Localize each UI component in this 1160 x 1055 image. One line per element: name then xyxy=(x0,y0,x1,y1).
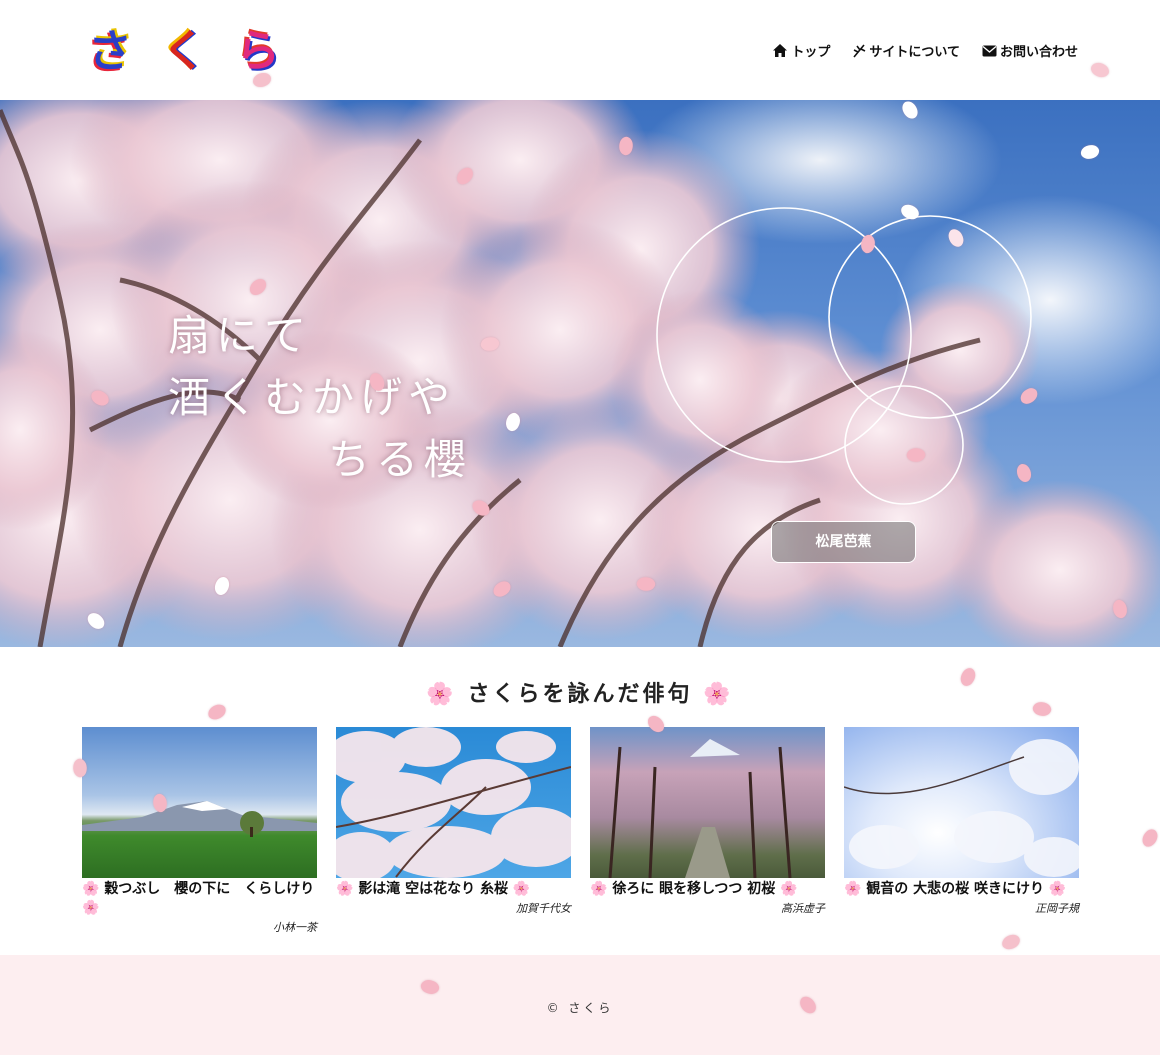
blossom-sky-photo xyxy=(336,727,571,878)
mountain-field-photo xyxy=(82,727,317,878)
nav-item-top[interactable]: トップ xyxy=(772,41,830,60)
blossom-closeup-photo xyxy=(844,727,1079,878)
site-footer: © さくら xyxy=(0,955,1160,1055)
cherry-blossom-icon: 🌸 xyxy=(1044,881,1067,897)
haiku-card-2[interactable]: 🌸 影は滝 空は花なり 糸桜 🌸 加賀千代女 xyxy=(336,727,571,916)
mail-icon xyxy=(982,45,997,57)
nav-label-about: サイトについて xyxy=(869,45,960,60)
blossom-avenue-photo xyxy=(590,727,825,878)
haiku-text-2: 🌸 影は滝 空は花なり 糸桜 🌸 xyxy=(336,880,571,899)
haiku-text: 影は滝 空は花なり 糸桜 xyxy=(358,881,509,897)
haiku-author-3: 高浜虚子 xyxy=(781,902,825,915)
nav-label-contact: お問い合わせ xyxy=(999,45,1078,60)
site-logo[interactable]: さ く ら xyxy=(88,26,280,77)
nav-item-contact[interactable]: お問い合わせ xyxy=(982,41,1078,60)
haiku-text: 穀つぶし 櫻の下に くらしけり xyxy=(104,881,315,897)
cherry-blossom-icon: 🌸 xyxy=(703,681,734,707)
cherry-blossom-icon: 🌸 xyxy=(82,900,100,916)
haiku-text: 徐ろに 眼を移しつつ 初桜 xyxy=(612,881,776,897)
haiku-card-4[interactable]: 🌸 観音の 大悲の桜 咲きにけり 🌸 正岡子規 xyxy=(844,727,1079,916)
cherry-blossom-icon: 🌸 xyxy=(426,681,457,707)
poem-line-1: 扇にて xyxy=(168,311,313,360)
haiku-author-1: 小林一茶 xyxy=(273,921,317,934)
haiku-author-2: 加賀千代女 xyxy=(516,902,571,915)
poem-line-2: 酒くむかげや xyxy=(168,373,457,422)
cherry-blossom-icon: 🌸 xyxy=(590,881,613,897)
cherry-blossom-icon: 🌸 xyxy=(775,881,798,897)
copyright-text: © さくら xyxy=(546,1001,614,1015)
hero-poem: 扇にて 酒くむかげや ちる櫻 xyxy=(168,305,472,491)
haiku-text-4: 🌸 観音の 大悲の桜 咲きにけり 🌸 xyxy=(844,880,1079,899)
section-title-text: さくらを詠んだ俳句 xyxy=(467,681,693,707)
page: さ く ら トップ サイトについて お問い合わせ 扇にて 酒くむかげや ちる櫻 … xyxy=(0,0,1160,1055)
hero-banner: 扇にて 酒くむかげや ちる櫻 松尾芭蕉 xyxy=(0,100,1160,647)
haiku-text-3: 🌸 徐ろに 眼を移しつつ 初桜 🌸 xyxy=(590,880,825,899)
haiku-author-4: 正岡子規 xyxy=(1035,902,1079,915)
cherry-blossom-icon: 🌸 xyxy=(336,881,359,897)
cherry-blossom-icon: 🌸 xyxy=(82,881,105,897)
poem-author-button[interactable]: 松尾芭蕉 xyxy=(771,521,916,563)
haiku-text-1: 🌸 穀つぶし 櫻の下に くらしけり 🌸 xyxy=(82,880,317,918)
logo-char-ku: く xyxy=(162,26,206,77)
haiku-card-3[interactable]: 🌸 徐ろに 眼を移しつつ 初桜 🌸 高浜虚子 xyxy=(590,727,825,916)
site-header: さ く ら トップ サイトについて お問い合わせ xyxy=(0,0,1160,100)
blossom-clusters xyxy=(336,727,571,878)
haiku-text: 観音の 大悲の桜 咲きにけり xyxy=(866,881,1045,897)
haiku-card-1[interactable]: 🌸 穀つぶし 櫻の下に くらしけり 🌸 小林一茶 xyxy=(82,727,317,935)
poem-line-3: ちる櫻 xyxy=(328,435,473,484)
nav-label-top: トップ xyxy=(791,45,831,60)
cherry-blossom-icon: 🌸 xyxy=(508,881,531,897)
falling-petal xyxy=(1138,826,1160,850)
haiku-section-title: 🌸 さくらを詠んだ俳句 🌸 xyxy=(0,676,1160,708)
logo-char-ra: ら xyxy=(236,26,280,77)
cherry-blossom-icon: 🌸 xyxy=(844,881,867,897)
falling-petal xyxy=(1001,933,1021,951)
logo-char-sa: さ xyxy=(88,26,132,77)
main-nav: トップ サイトについて お問い合わせ xyxy=(772,41,1078,60)
nav-item-about[interactable]: サイトについて xyxy=(852,41,960,60)
sakura-branch-icon xyxy=(852,43,866,58)
home-icon xyxy=(772,43,788,58)
